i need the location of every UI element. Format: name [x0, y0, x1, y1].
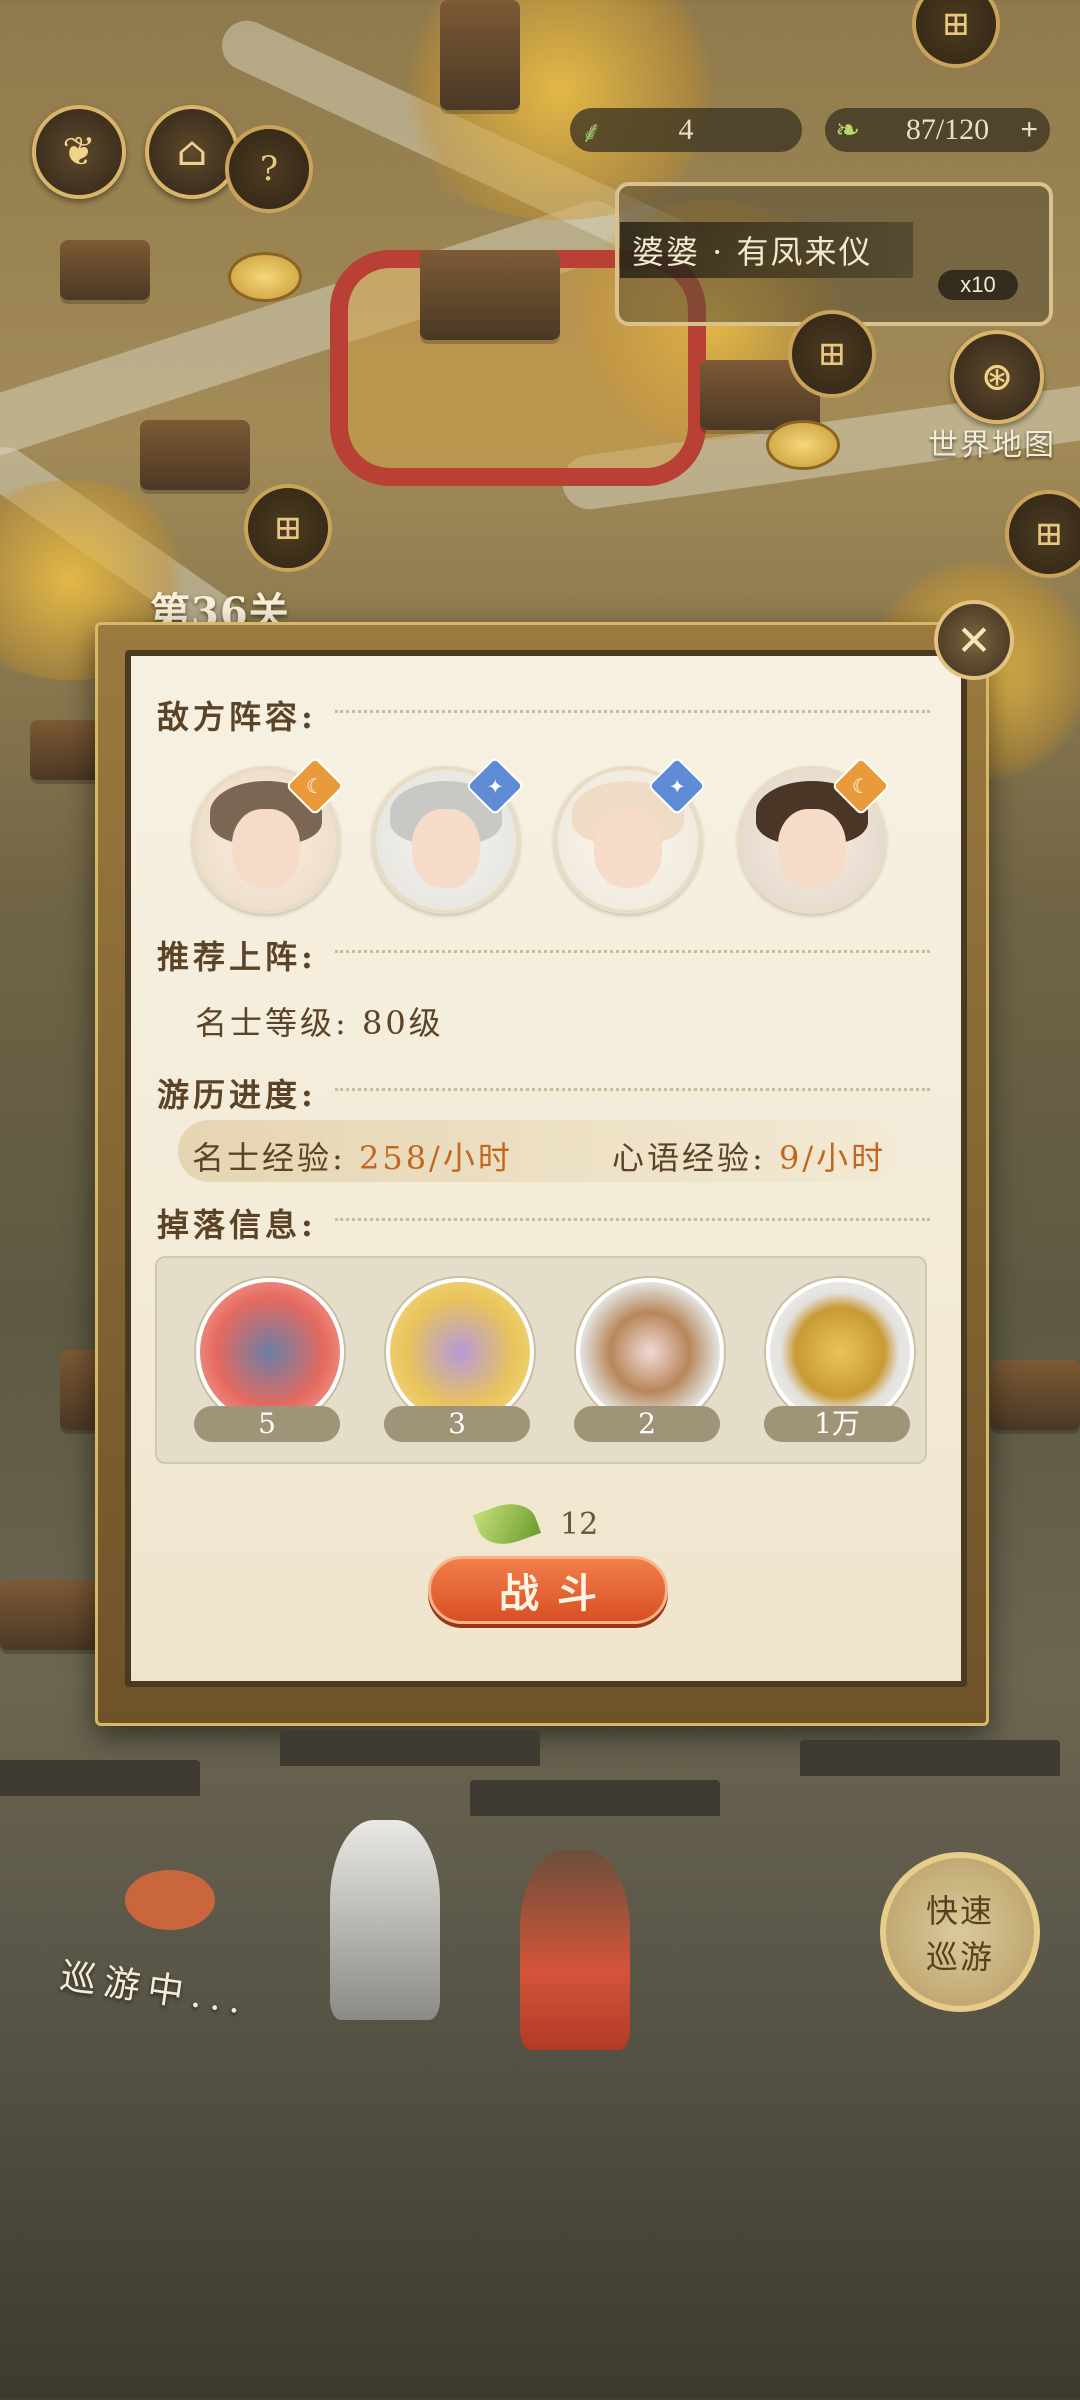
menu-button[interactable]: ❦: [32, 105, 126, 199]
bird-icon: ❦: [62, 129, 96, 175]
divider: [335, 1088, 930, 1091]
enemy-face: [232, 809, 300, 888]
drop-count-1: 5: [194, 1406, 340, 1442]
stamina-add-button[interactable]: +: [1020, 113, 1038, 147]
hero-exp-label: 名士经验:: [192, 1139, 359, 1177]
drop-title: 掉落信息:: [157, 1206, 317, 1244]
map-building: [0, 1580, 110, 1650]
roof: [470, 1780, 720, 1816]
scroll-flower-icon[interactable]: [386, 1278, 534, 1426]
travel-scene: [0, 1720, 1080, 2400]
enemy-face: [412, 809, 480, 888]
roof: [280, 1730, 540, 1766]
drop-count-3: 2: [574, 1406, 720, 1442]
divider: [335, 1218, 930, 1221]
drop-count-2: 3: [384, 1406, 530, 1442]
building-button[interactable]: ⌂: [145, 105, 239, 199]
stamina-counter: ❧ 87/120 +: [825, 108, 1050, 152]
gift-icon: ⊞: [273, 508, 303, 548]
gift-icon: ⊞: [1034, 514, 1064, 554]
energy-counter: ⸙ 4: [570, 108, 802, 152]
close-button[interactable]: ✕: [934, 600, 1014, 680]
drop-count-4: 1万: [764, 1406, 910, 1442]
world-map-label: 世界地图: [928, 428, 1056, 463]
roof: [800, 1740, 1060, 1776]
tea-set-icon[interactable]: [196, 1278, 344, 1426]
fast-travel-button[interactable]: 快速 巡游: [880, 1852, 1040, 2012]
world-map-button[interactable]: ⊛: [950, 330, 1044, 424]
map-marker-gift[interactable]: ⊞: [788, 310, 876, 398]
stamina-cost: 12: [472, 1495, 599, 1553]
coin-marker[interactable]: [766, 420, 840, 470]
pagoda: [440, 0, 520, 110]
pavilion-icon: ⌂: [176, 129, 208, 175]
coin-icon[interactable]: [766, 1278, 914, 1426]
roof: [0, 1760, 200, 1796]
event-count-badge: x10: [938, 270, 1018, 300]
rice-bowl-icon[interactable]: [576, 1278, 724, 1426]
world-map-icon: ⊛: [980, 354, 1014, 400]
fast-travel-label-1: 快速: [925, 1892, 994, 1930]
coin-marker[interactable]: [228, 252, 302, 302]
recommend-title: 推荐上阵:: [157, 938, 317, 976]
fight-button[interactable]: 战斗: [428, 1556, 668, 1624]
hero-exp-value: 258/小时: [358, 1139, 513, 1177]
gift-icon: ⊞: [817, 334, 847, 374]
event-title[interactable]: 婆婆 · 有凤来仪: [620, 222, 913, 278]
map-marker-unknown[interactable]: ?: [225, 125, 313, 213]
divider: [335, 710, 930, 713]
grass-icon: ⸙: [580, 115, 603, 149]
energy-value: 4: [678, 113, 694, 146]
map-building: [60, 240, 150, 300]
heart-exp: 心语经验: 9/小时: [612, 1133, 886, 1179]
progress-title: 游历进度:: [157, 1076, 317, 1114]
fast-travel-label-2: 巡游: [925, 1938, 994, 1976]
leaf-icon: [472, 1495, 542, 1553]
enemy-face: [778, 809, 846, 888]
temple-hall: [420, 250, 560, 340]
lantern: [125, 1870, 215, 1930]
map-building: [990, 1360, 1080, 1430]
gift-icon: ⊞: [941, 4, 971, 44]
heart-exp-value: 9/小时: [778, 1139, 887, 1177]
enemy-lineup-title: 敌方阵容:: [157, 698, 317, 736]
recommend-level: 名士等级: 80级: [195, 1004, 444, 1042]
map-building: [140, 420, 250, 490]
heart-exp-label: 心语经验:: [612, 1139, 779, 1177]
stamina-cost-value: 12: [560, 1506, 599, 1542]
question-icon: ?: [259, 149, 279, 189]
divider: [335, 950, 930, 953]
hero-exp: 名士经验: 258/小时: [192, 1133, 513, 1179]
close-icon: ✕: [956, 615, 992, 665]
leaf-icon: ❧: [835, 113, 861, 147]
character-red-robe[interactable]: [520, 1850, 630, 2050]
character-white-hair[interactable]: [330, 1820, 440, 2020]
stamina-value: 87/120: [905, 113, 990, 146]
enemy-face: [594, 809, 662, 888]
map-marker-current[interactable]: ⊞: [244, 484, 332, 572]
